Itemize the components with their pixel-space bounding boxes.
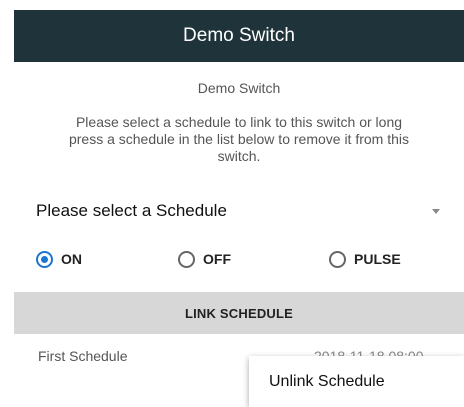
app-bar: Demo Switch <box>14 10 464 62</box>
radio-off[interactable]: OFF <box>178 245 231 273</box>
instructions-text: Please select a schedule to link to this… <box>68 114 410 164</box>
radio-pulse[interactable]: PULSE <box>329 245 401 273</box>
radio-pulse-circle-icon <box>329 250 346 268</box>
radio-pulse-label: PULSE <box>354 251 401 267</box>
radio-on-label: ON <box>61 251 82 267</box>
context-menu: Unlink Schedule <box>249 356 464 407</box>
app-bar-title: Demo Switch <box>183 25 295 46</box>
schedule-spinner[interactable]: Please select a Schedule <box>14 197 464 225</box>
radio-on[interactable]: ON <box>36 245 82 273</box>
switch-name: Demo Switch <box>197 80 281 96</box>
app-screen: Demo Switch Demo Switch Please select a … <box>14 10 464 407</box>
schedule-name: First Schedule <box>38 348 128 364</box>
schedule-spinner-value: Please select a Schedule <box>36 201 227 220</box>
unlink-schedule-menu-item[interactable]: Unlink Schedule <box>249 373 385 391</box>
dropdown-arrow-icon <box>432 208 440 214</box>
radio-off-circle-icon <box>178 250 195 268</box>
radio-on-circle-icon <box>36 250 53 268</box>
mode-radio-group: ON OFF PULSE <box>14 245 464 273</box>
radio-off-label: OFF <box>203 251 231 267</box>
link-schedule-label: LINK SCHEDULE <box>184 305 294 321</box>
link-schedule-button[interactable]: LINK SCHEDULE <box>14 292 464 334</box>
